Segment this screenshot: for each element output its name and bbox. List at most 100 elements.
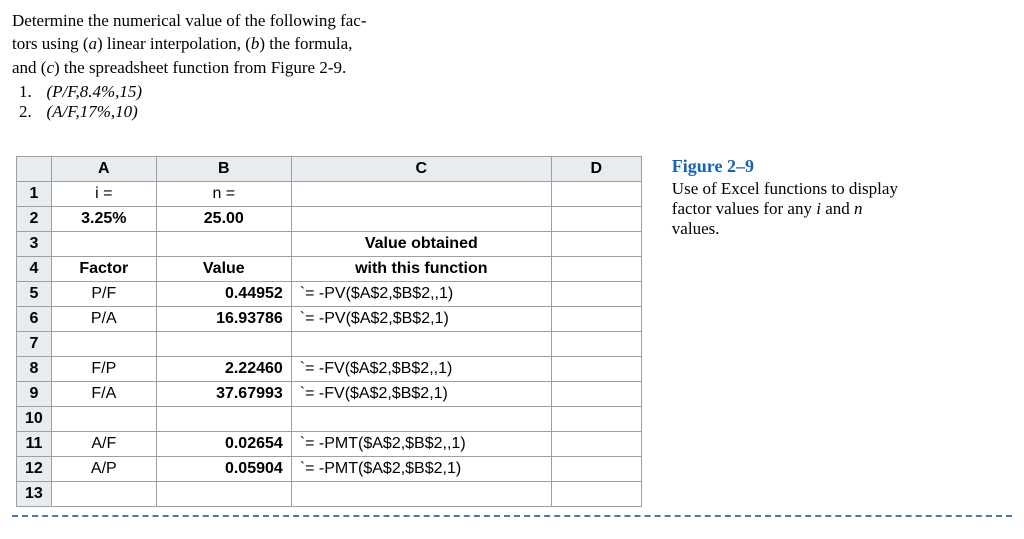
row-header: 6 [17, 306, 52, 331]
table-header-row: A B C D [17, 156, 642, 181]
row-header: 5 [17, 281, 52, 306]
cell-b4[interactable]: Value [156, 256, 291, 281]
table-row: 12 A/P 0.05904 `= -PMT($A$2,$B$2,1) [17, 456, 642, 481]
intro-line1: Determine the numerical value of the fol… [12, 11, 367, 30]
cell-d9[interactable] [551, 381, 641, 406]
cell-a10[interactable] [51, 406, 156, 431]
cell-a11[interactable]: A/F [51, 431, 156, 456]
table-row: 5 P/F 0.44952 `= -PV($A$2,$B$2,,1) [17, 281, 642, 306]
cell-a7[interactable] [51, 331, 156, 356]
cell-b3[interactable] [156, 231, 291, 256]
intro-line3a: and ( [12, 58, 46, 77]
cell-c12[interactable]: `= -PMT($A$2,$B$2,1) [291, 456, 551, 481]
caption-line3: values. [672, 219, 898, 239]
problem-item-2: (A/F,17%,10) [36, 102, 1012, 122]
cell-d5[interactable] [551, 281, 641, 306]
cell-d3[interactable] [551, 231, 641, 256]
spreadsheet-table: A B C D 1 i = n = 2 3.25% 25.00 3 [16, 156, 642, 507]
cell-a1[interactable]: i = [51, 181, 156, 206]
cell-d7[interactable] [551, 331, 641, 356]
figure-caption: Figure 2–9 Use of Excel functions to dis… [672, 156, 898, 239]
intro-line2b: ) linear interpolation, ( [97, 34, 251, 53]
cell-c5[interactable]: `= -PV($A$2,$B$2,,1) [291, 281, 551, 306]
table-row: 1 i = n = [17, 181, 642, 206]
table-row: 4 Factor Value with this function [17, 256, 642, 281]
cell-a8[interactable]: F/P [51, 356, 156, 381]
cell-c11[interactable]: `= -PMT($A$2,$B$2,,1) [291, 431, 551, 456]
row-header: 10 [17, 406, 52, 431]
cell-b1[interactable]: n = [156, 181, 291, 206]
intro-line2a: tors using ( [12, 34, 89, 53]
row-header: 13 [17, 481, 52, 506]
cell-c9[interactable]: `= -FV($A$2,$B$2,1) [291, 381, 551, 406]
cell-a12[interactable]: A/P [51, 456, 156, 481]
intro-line2-a: a [89, 34, 98, 53]
cell-d2[interactable] [551, 206, 641, 231]
cell-b7[interactable] [156, 331, 291, 356]
cell-d6[interactable] [551, 306, 641, 331]
row-header: 7 [17, 331, 52, 356]
cell-b6[interactable]: 16.93786 [156, 306, 291, 331]
intro-line2c: ) the formula, [259, 34, 352, 53]
cell-b9[interactable]: 37.67993 [156, 381, 291, 406]
cell-d11[interactable] [551, 431, 641, 456]
row-header: 9 [17, 381, 52, 406]
problem-statement: Determine the numerical value of the fol… [12, 10, 1012, 122]
cell-b8[interactable]: 2.22460 [156, 356, 291, 381]
column-header-b: B [156, 156, 291, 181]
cell-c8[interactable]: `= -FV($A$2,$B$2,,1) [291, 356, 551, 381]
table-row: 8 F/P 2.22460 `= -FV($A$2,$B$2,,1) [17, 356, 642, 381]
table-row: 7 [17, 331, 642, 356]
table-row: 11 A/F 0.02654 `= -PMT($A$2,$B$2,,1) [17, 431, 642, 456]
row-header: 8 [17, 356, 52, 381]
intro-line3b: ) the spreadsheet function from Figure 2… [54, 58, 346, 77]
cell-d8[interactable] [551, 356, 641, 381]
cell-a6[interactable]: P/A [51, 306, 156, 331]
row-header: 11 [17, 431, 52, 456]
cell-c1[interactable] [291, 181, 551, 206]
figure-title: Figure 2–9 [672, 156, 898, 177]
problem-list: (P/F,8.4%,15) (A/F,17%,10) [12, 82, 1012, 122]
cell-d4[interactable] [551, 256, 641, 281]
cell-c3[interactable]: Value obtained [291, 231, 551, 256]
cell-c10[interactable] [291, 406, 551, 431]
column-header-d: D [551, 156, 641, 181]
cell-b12[interactable]: 0.05904 [156, 456, 291, 481]
intro-line3-c: c [46, 58, 54, 77]
cell-b13[interactable] [156, 481, 291, 506]
row-header: 2 [17, 206, 52, 231]
cell-a9[interactable]: F/A [51, 381, 156, 406]
cell-a3[interactable] [51, 231, 156, 256]
cell-d10[interactable] [551, 406, 641, 431]
cell-b2[interactable]: 25.00 [156, 206, 291, 231]
cell-a4[interactable]: Factor [51, 256, 156, 281]
table-row: 10 [17, 406, 642, 431]
cell-c2[interactable] [291, 206, 551, 231]
cell-a2[interactable]: 3.25% [51, 206, 156, 231]
cell-c6[interactable]: `= -PV($A$2,$B$2,1) [291, 306, 551, 331]
cell-c7[interactable] [291, 331, 551, 356]
cell-d1[interactable] [551, 181, 641, 206]
column-header-a: A [51, 156, 156, 181]
caption-line1: Use of Excel functions to display [672, 179, 898, 199]
row-header: 3 [17, 231, 52, 256]
cell-b11[interactable]: 0.02654 [156, 431, 291, 456]
cell-a5[interactable]: P/F [51, 281, 156, 306]
table-row: 2 3.25% 25.00 [17, 206, 642, 231]
row-header: 4 [17, 256, 52, 281]
cell-b10[interactable] [156, 406, 291, 431]
table-row: 6 P/A 16.93786 `= -PV($A$2,$B$2,1) [17, 306, 642, 331]
column-header-c: C [291, 156, 551, 181]
cell-a13[interactable] [51, 481, 156, 506]
row-header: 1 [17, 181, 52, 206]
cell-d12[interactable] [551, 456, 641, 481]
table-row: 9 F/A 37.67993 `= -FV($A$2,$B$2,1) [17, 381, 642, 406]
spreadsheet-wrapper: Enter requested i and n A B C D 1 i = n … [16, 156, 642, 507]
cell-b5[interactable]: 0.44952 [156, 281, 291, 306]
problem-item-1: (P/F,8.4%,15) [36, 82, 1012, 102]
figure-wrapper: Enter requested i and n A B C D 1 i = n … [12, 156, 1012, 517]
cell-c4[interactable]: with this function [291, 256, 551, 281]
table-row: 3 Value obtained [17, 231, 642, 256]
cell-d13[interactable] [551, 481, 641, 506]
cell-c13[interactable] [291, 481, 551, 506]
